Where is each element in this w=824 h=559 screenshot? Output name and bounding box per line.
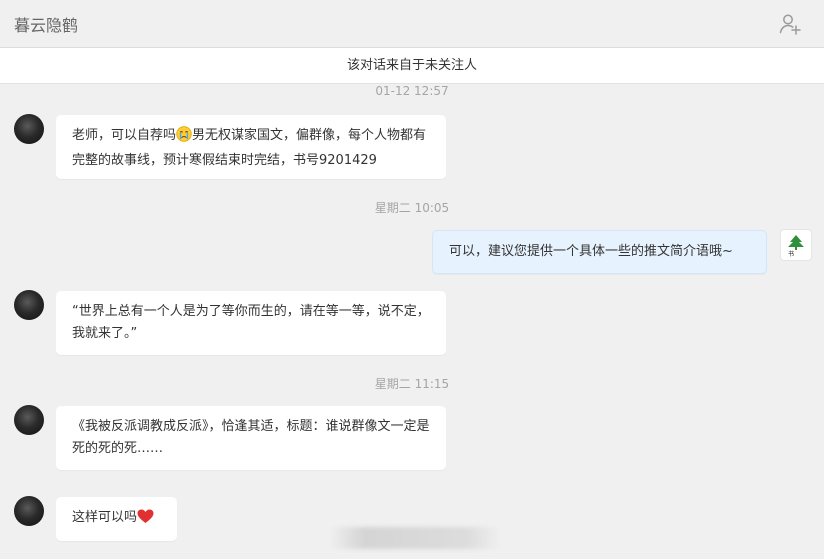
- message-bubble: “世界上总有一个人是为了等你而生的，请在等一等，说不定，我就来了。”: [56, 291, 446, 355]
- scroll-fade-indicator: [330, 527, 500, 549]
- add-user-icon[interactable]: [778, 12, 802, 36]
- message-timestamp: 星期二 11:15: [374, 377, 450, 391]
- message-bubble: 这样可以吗: [56, 497, 177, 541]
- message-text: “世界上总有一个人是为了等你而生的，请在等一等，说不定，我就来了。”: [72, 304, 430, 341]
- message-text: 这样可以吗: [72, 510, 138, 525]
- unfollowed-notice: 该对话来自于未关注人: [0, 48, 824, 84]
- sender-avatar[interactable]: [14, 405, 44, 435]
- self-avatar[interactable]: 书: [780, 229, 812, 261]
- crying-face-icon: [176, 126, 192, 150]
- red-heart-icon: [137, 509, 154, 532]
- message-text: 老师，可以自荐吗: [72, 128, 177, 143]
- message-bubble: 《我被反派调教成反派》，恰逢其适，标题：谁说群像文一定是死的死的死……: [56, 406, 446, 470]
- contact-name: 暮云隐鹤: [14, 16, 79, 35]
- message-bubble: 老师，可以自荐吗 男无权谋家国文，偏群像，每个人物都有完整的故事线，预计寒假结束时…: [56, 115, 446, 179]
- sender-avatar[interactable]: [14, 290, 44, 320]
- message-timestamp: 星期二 10:05: [374, 201, 450, 215]
- sender-avatar[interactable]: [14, 114, 44, 144]
- message-text: 《我被反派调教成反派》，恰逢其适，标题：谁说群像文一定是死的死的死……: [72, 419, 430, 456]
- sender-avatar[interactable]: [14, 496, 44, 526]
- message-text: 可以，建议您提供一个具体一些的推文简介语哦~: [449, 244, 733, 259]
- conversation-header: 暮云隐鹤: [0, 0, 824, 48]
- svg-text:书: 书: [788, 250, 794, 258]
- message-bubble-outgoing: 可以，建议您提供一个具体一些的推文简介语哦~: [432, 230, 767, 274]
- message-timestamp: 01-12 12:57: [375, 84, 449, 98]
